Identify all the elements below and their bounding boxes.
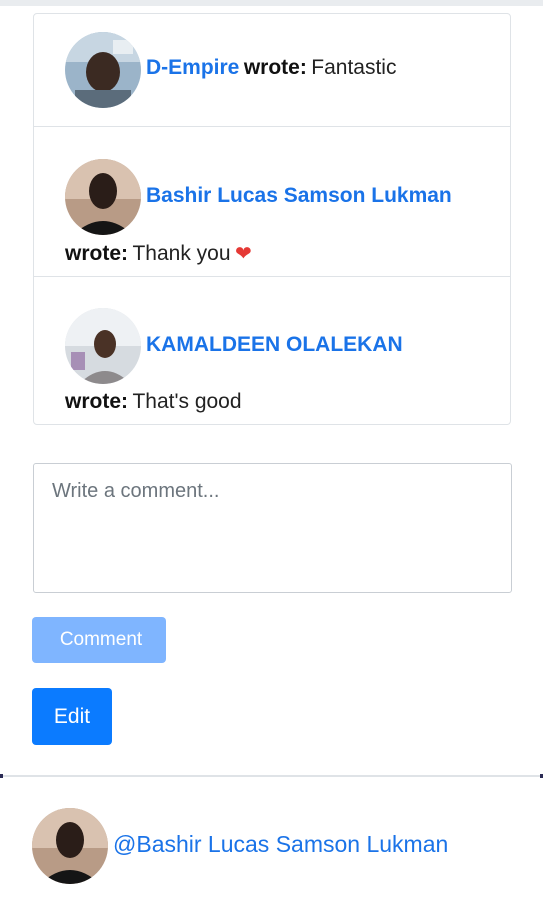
comment-item: Bashir Lucas Samson Lukman wrote: Thank … (34, 127, 510, 277)
avatar[interactable] (65, 159, 141, 235)
avatar[interactable] (65, 308, 141, 384)
comments-list: D-Empire wrote: Fantastic Bashir Lucas S… (33, 13, 511, 425)
avatar[interactable] (32, 808, 108, 884)
mention-link[interactable]: @Bashir Lucas Samson Lukman (113, 831, 448, 858)
divider-marker (0, 774, 3, 778)
comment-button[interactable]: Comment (32, 617, 166, 663)
comment-text: That's good (132, 390, 242, 413)
comment-input[interactable] (33, 463, 512, 593)
comment-author-link[interactable]: KAMALDEEN OLALEKAN (146, 333, 403, 356)
top-strip (0, 0, 543, 6)
avatar[interactable] (65, 32, 141, 108)
edit-button[interactable]: Edit (32, 688, 112, 745)
comment-item: D-Empire wrote: Fantastic (34, 14, 510, 127)
comment-line: Bashir Lucas Samson Lukman (146, 184, 452, 208)
comment-text: Thank you (132, 242, 231, 265)
comment-line: wrote: Thank you ❤ (65, 241, 252, 266)
comment-line: KAMALDEEN OLALEKAN (146, 333, 403, 357)
wrote-label: wrote: (243, 56, 307, 79)
post-divider (0, 775, 543, 777)
heart-icon: ❤ (234, 243, 252, 265)
comment-author-link[interactable]: D-Empire (146, 56, 239, 79)
comment-line: wrote: That's good (65, 390, 242, 414)
wrote-label: wrote: (65, 242, 128, 265)
wrote-label: wrote: (65, 390, 128, 413)
comment-item: KAMALDEEN OLALEKAN wrote: That's good (34, 277, 510, 425)
comment-line: D-Empire wrote: Fantastic (146, 56, 396, 80)
comment-button-label: Comment (59, 629, 143, 650)
comment-text: Fantastic (311, 56, 397, 79)
comment-author-link[interactable]: Bashir Lucas Samson Lukman (146, 184, 452, 207)
